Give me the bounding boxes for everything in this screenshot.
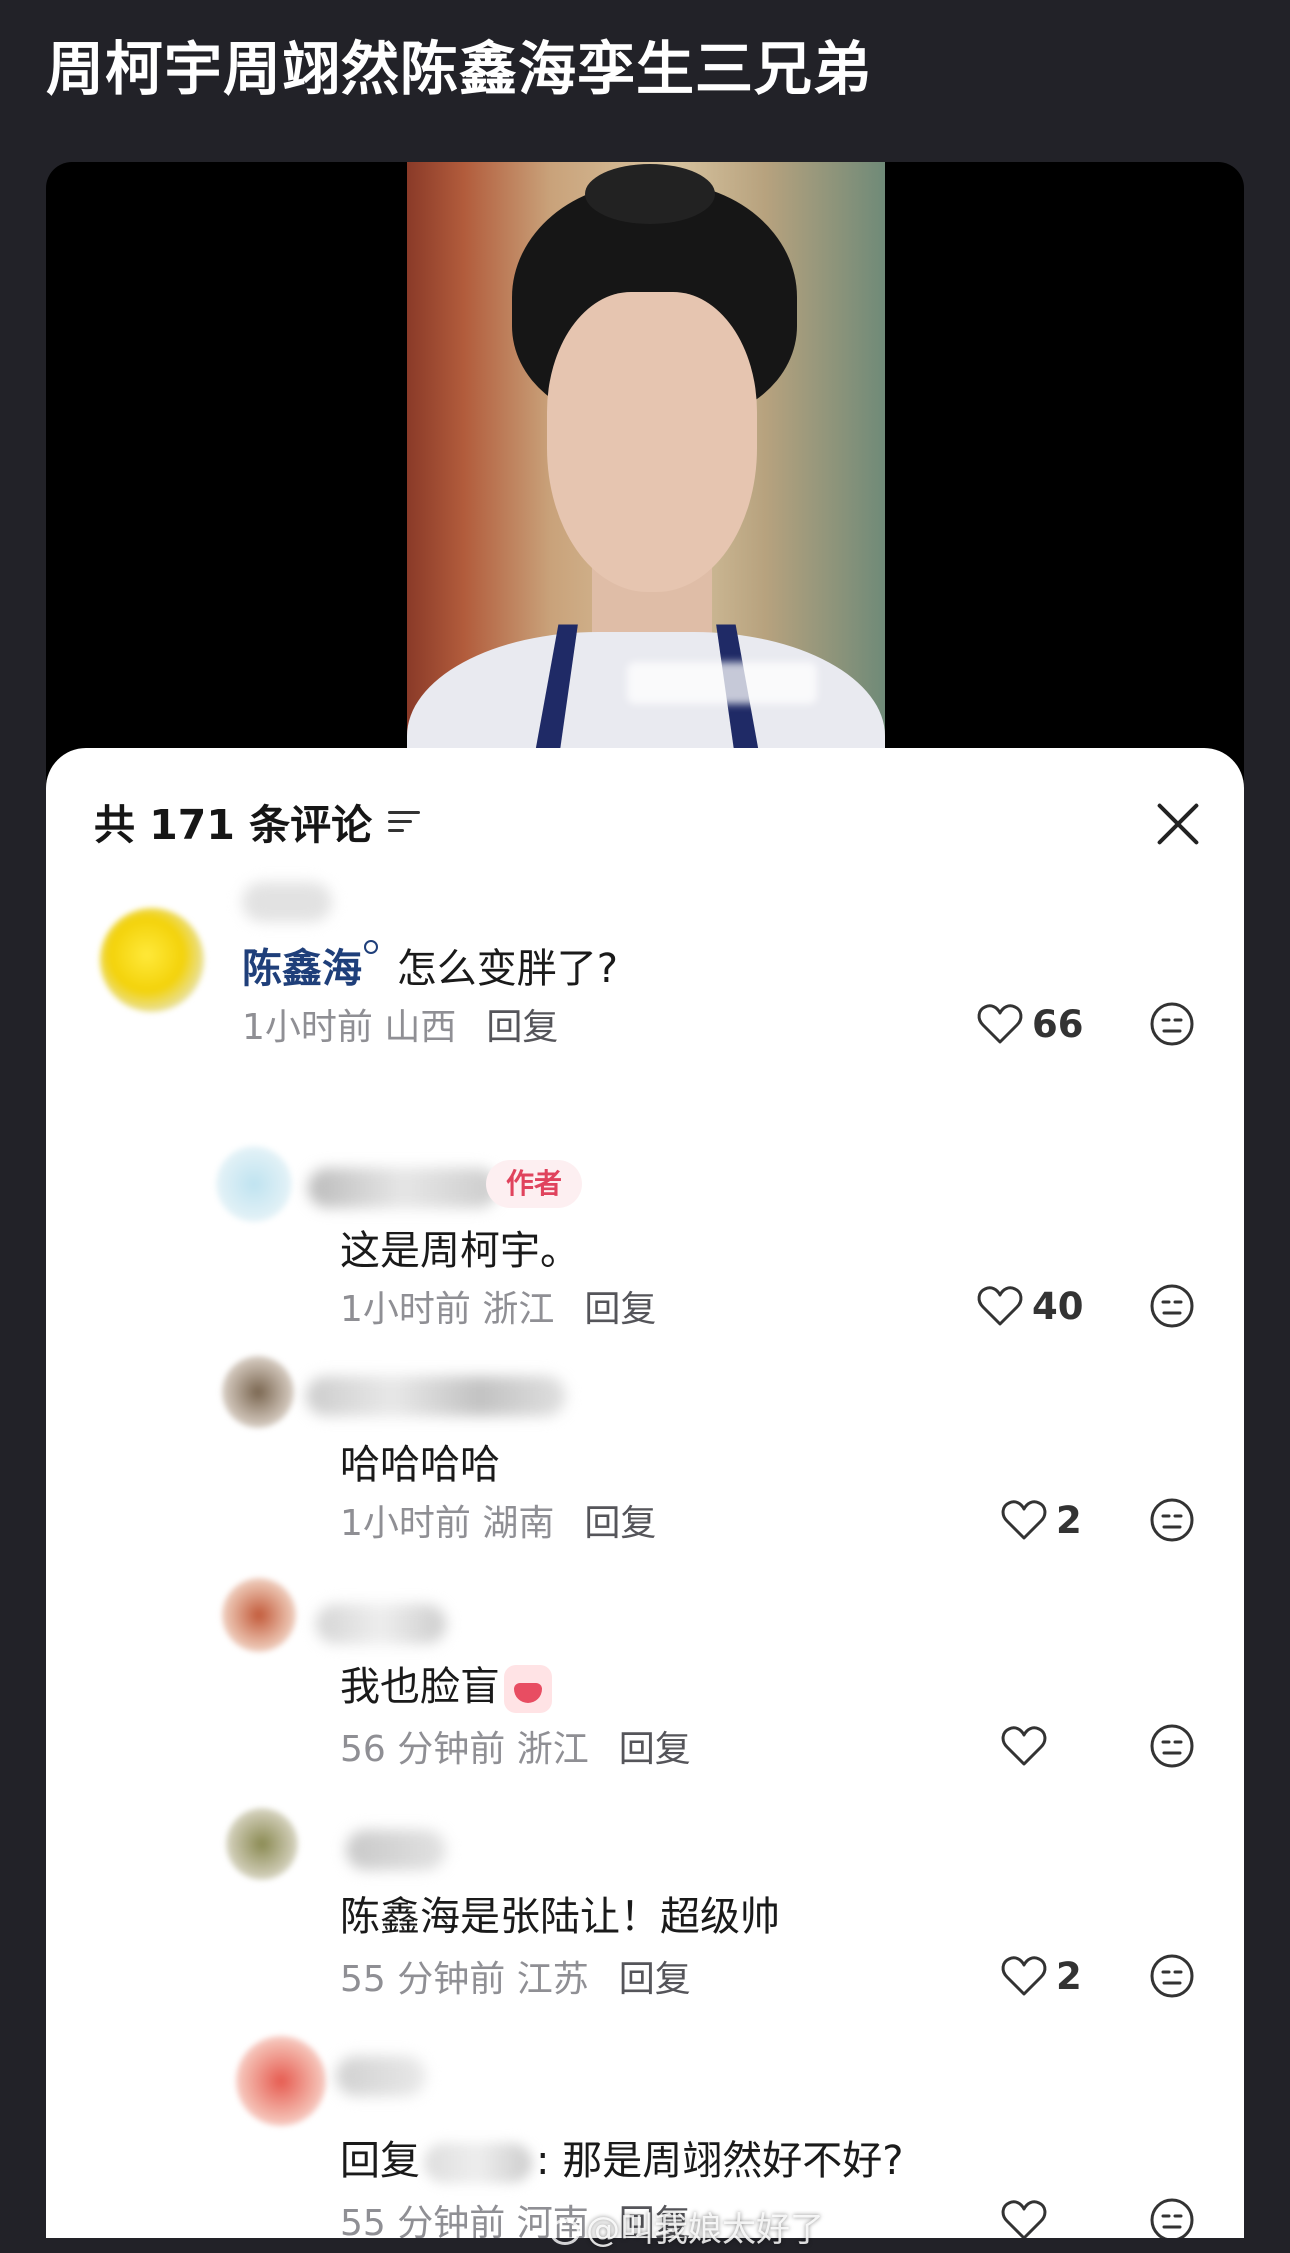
- heart-outline-icon: [1001, 1956, 1047, 1996]
- heart-outline-icon: [977, 1286, 1023, 1326]
- comment-text: 这是周柯宇。: [340, 1228, 580, 1274]
- comment-meta: 56 分钟前 浙江 回复: [340, 1729, 691, 1770]
- neutral-face-icon[interactable]: [1148, 1952, 1196, 2000]
- reply-item: 我也脸盲 56 分钟前 浙江 回复: [46, 1578, 1244, 1770]
- reply-button[interactable]: 回复: [619, 1729, 691, 1770]
- comment-text: 陈鑫海是张陆让！超级帅: [340, 1894, 780, 1940]
- like-button[interactable]: 2: [1000, 1492, 1082, 1548]
- like-button[interactable]: 66: [976, 996, 1084, 1052]
- comments-header: 共 171 条评论: [94, 796, 424, 849]
- reply-button[interactable]: 回复: [584, 1503, 656, 1544]
- mention-link[interactable]: 陈鑫海: [242, 946, 362, 992]
- username-blurred[interactable]: [242, 882, 332, 922]
- username-blurred[interactable]: [346, 1830, 446, 1870]
- watermark: @叫我娘太好了: [550, 2202, 824, 2251]
- reply-button[interactable]: 回复: [619, 1959, 691, 2000]
- avatar[interactable]: [222, 1356, 294, 1428]
- like-count: 40: [1032, 1284, 1084, 1328]
- heart-outline-icon: [1001, 2200, 1047, 2238]
- comment-item: 陈鑫海 怎么变胖了? 1小时前 山西 回复 66: [46, 858, 1244, 1058]
- username-blurred[interactable]: [336, 2056, 426, 2096]
- reply-item: 哈哈哈哈 1小时前 湖南 回复 2: [46, 1348, 1244, 1544]
- comment-text: 陈鑫海 怎么变胖了?: [242, 936, 618, 994]
- comment-text: 回复: 那是周翊然好不好?: [340, 2138, 904, 2184]
- comment-count: 共 171 条评论: [94, 801, 373, 849]
- comment-meta: 1小时前 湖南 回复: [340, 1503, 657, 1544]
- avatar[interactable]: [100, 908, 204, 1012]
- comments-sheet: 共 171 条评论 陈鑫海 怎么变胖了? 1小时前 山西 回复 66 作者 这是周…: [46, 748, 1244, 2238]
- author-badge: 作者: [486, 1160, 582, 1208]
- neutral-face-icon[interactable]: [1148, 1000, 1196, 1048]
- reply-button[interactable]: 回复: [486, 1007, 558, 1048]
- heart-outline-icon: [1001, 1500, 1047, 1540]
- neutral-face-icon[interactable]: [1148, 2196, 1196, 2238]
- username-blurred[interactable]: [316, 1604, 446, 1644]
- like-button[interactable]: 2: [1000, 1948, 1082, 2004]
- like-count: 2: [1056, 1498, 1082, 1542]
- avatar[interactable]: [222, 1578, 296, 1652]
- comment-meta: 55 分钟前 江苏 回复: [340, 1959, 691, 2000]
- heart-outline-icon: [977, 1004, 1023, 1044]
- post-title: 周柯宇周翊然陈鑫海孪生三兄弟: [46, 35, 873, 103]
- neutral-face-icon[interactable]: [1148, 1282, 1196, 1330]
- reply-item: 陈鑫海是张陆让！超级帅 55 分钟前 江苏 回复 2: [46, 1808, 1244, 2000]
- search-icon: [364, 940, 378, 954]
- username-blurred[interactable]: [308, 1168, 498, 1208]
- neutral-face-icon[interactable]: [1148, 1722, 1196, 1770]
- like-count: 66: [1032, 1002, 1084, 1046]
- mentioned-user-blurred[interactable]: [424, 2143, 532, 2183]
- comment-text: 我也脸盲: [340, 1654, 552, 1713]
- like-count: 2: [1056, 1954, 1082, 1998]
- heart-outline-icon: [1001, 1726, 1047, 1766]
- sort-lines-icon[interactable]: [388, 803, 424, 839]
- avatar[interactable]: [236, 2036, 326, 2126]
- crying-face-sticker-icon: [504, 1665, 552, 1713]
- reply-button[interactable]: 回复: [584, 1289, 656, 1330]
- reply-item: 作者 这是周柯宇。 1小时前 浙江 回复 40: [46, 1138, 1244, 1330]
- comment-meta: 1小时前 山西 回复: [242, 1007, 559, 1048]
- weibo-logo-icon: [550, 2218, 580, 2245]
- avatar[interactable]: [216, 1146, 292, 1222]
- avatar[interactable]: [226, 1808, 298, 1880]
- like-button[interactable]: 40: [976, 1278, 1084, 1334]
- close-icon[interactable]: [1154, 800, 1202, 848]
- neutral-face-icon[interactable]: [1148, 1496, 1196, 1544]
- comment-meta: 1小时前 浙江 回复: [340, 1289, 657, 1330]
- comment-text: 哈哈哈哈: [340, 1442, 500, 1488]
- like-button[interactable]: [1000, 2192, 1056, 2238]
- like-button[interactable]: [1000, 1718, 1056, 1774]
- username-blurred[interactable]: [306, 1376, 566, 1416]
